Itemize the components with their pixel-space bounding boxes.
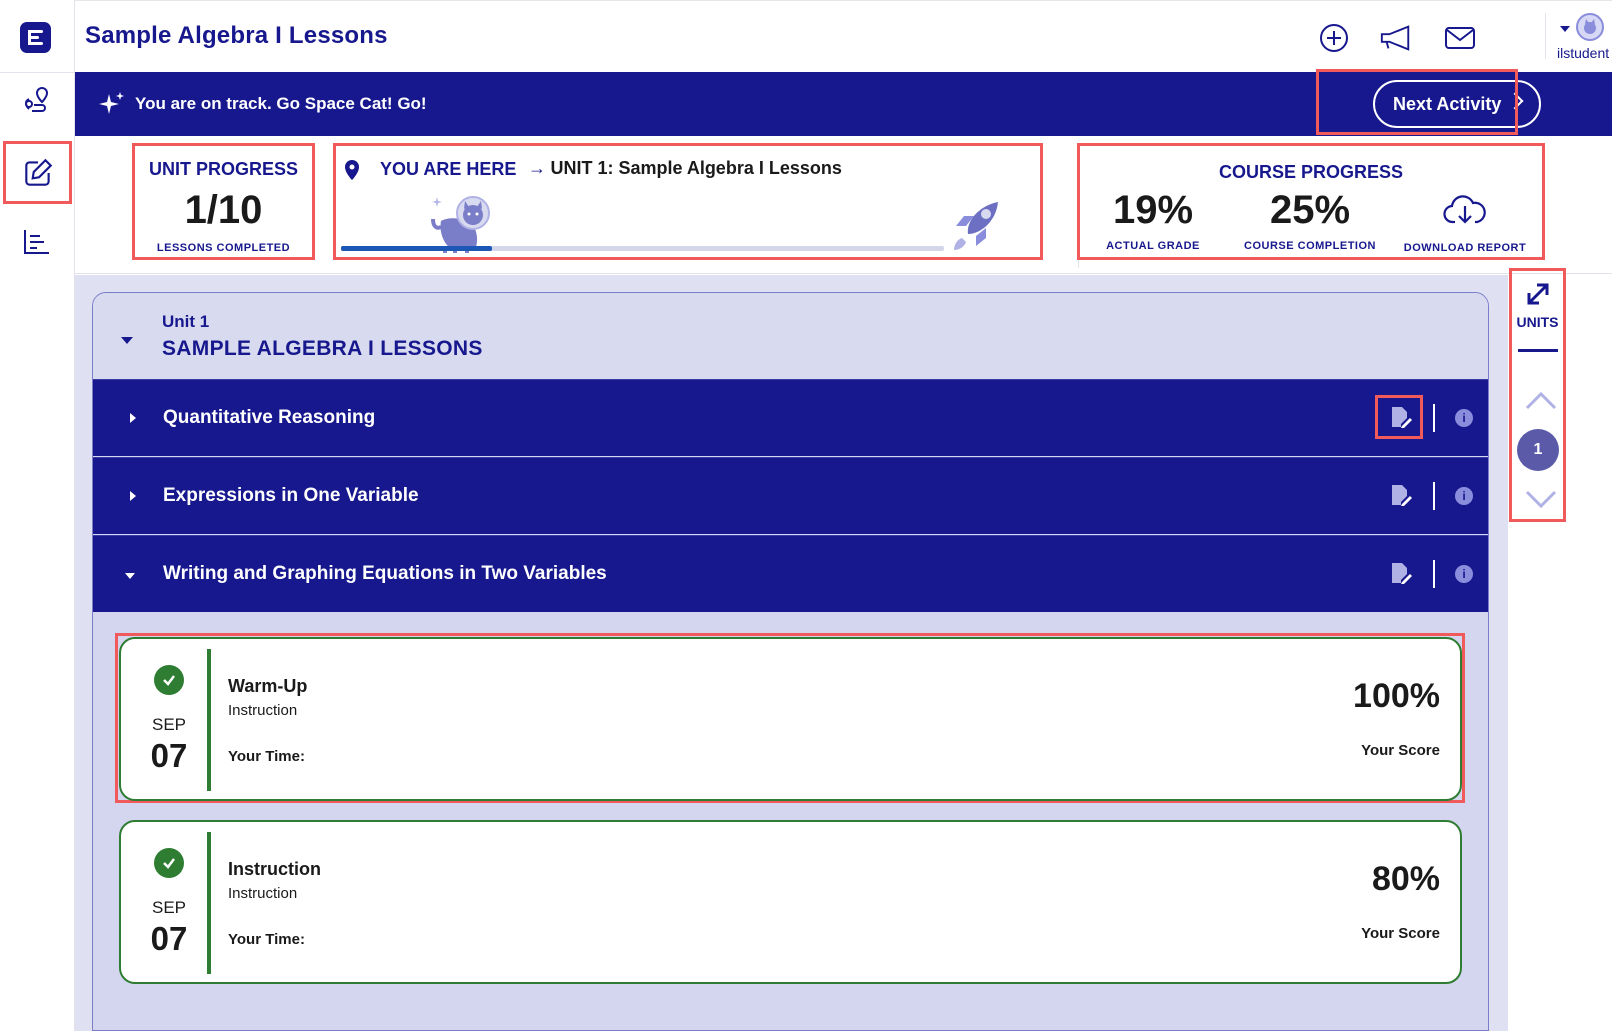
actual-grade-value: 19% <box>1112 188 1194 232</box>
course-progress-panel: COURSE PROGRESS 19% ACTUAL GRADE 25% COU… <box>1077 143 1545 260</box>
edit-document-icon[interactable] <box>1389 483 1413 507</box>
left-sidebar <box>0 0 75 1031</box>
edit-document-highlight <box>1375 395 1423 439</box>
course-completion: 25% COURSE COMPLETION <box>1235 186 1385 252</box>
unit-header[interactable]: Unit 1 SAMPLE ALGEBRA I LESSONS <box>93 293 1488 379</box>
activity-day: 07 <box>150 920 188 957</box>
lesson-row[interactable]: Writing and Graphing Equations in Two Va… <box>93 535 1488 612</box>
activity-type: Instruction <box>228 885 298 902</box>
sidebar-divider <box>0 72 75 73</box>
unit-progress-value: 1/10 <box>184 188 263 232</box>
actual-grade: 19% ACTUAL GRADE <box>1078 186 1228 252</box>
cloud-download-icon <box>1390 190 1540 230</box>
banner-message: You are on track. Go Space Cat! Go! <box>135 94 427 113</box>
activity-status-bar <box>207 832 211 974</box>
lesson-title: Quantitative Reasoning <box>163 407 376 428</box>
lesson-row[interactable]: Expressions in One Variable i <box>93 457 1488 534</box>
chevron-down-icon[interactable] <box>125 573 135 579</box>
course-completion-value: 25% <box>1269 188 1351 232</box>
activity-status-bar <box>207 649 211 791</box>
location-pin-icon <box>343 159 361 186</box>
activity-time-label: Your Time: <box>228 748 305 765</box>
avatar <box>1576 13 1604 41</box>
page-title: Sample Algebra I Lessons <box>85 22 388 49</box>
unit-number-badge[interactable]: 1 <box>1517 429 1559 471</box>
units-label[interactable]: UNITS <box>1509 314 1566 330</box>
unit-location: → UNIT 1: Sample Algebra I Lessons <box>528 158 842 179</box>
course-completion-label: COURSE COMPLETION <box>1244 240 1376 252</box>
chevron-up-icon[interactable] <box>1525 390 1557 416</box>
unit-progress-sublabel: LESSONS COMPLETED <box>156 242 291 254</box>
course-progress-title: COURSE PROGRESS <box>1218 162 1404 182</box>
unit-number: Unit 1 <box>162 312 210 331</box>
chevron-down-icon[interactable] <box>121 337 133 344</box>
activity-month: SEP <box>151 898 187 917</box>
header-separator <box>1545 13 1546 59</box>
info-icon[interactable]: i <box>1455 565 1473 583</box>
expand-icon[interactable] <box>1525 281 1551 307</box>
info-icon[interactable]: i <box>1455 487 1473 505</box>
activity-card[interactable]: SEP 07 Warm-Up Instruction Your Time: 10… <box>119 637 1462 801</box>
activity-score: 80% <box>1371 860 1440 898</box>
lesson-row[interactable]: Quantitative Reasoning i <box>93 379 1488 456</box>
rocket-icon <box>948 196 1006 259</box>
activity-score-label: Your Score <box>1361 925 1440 942</box>
unit-title: SAMPLE ALGEBRA I LESSONS <box>162 337 483 360</box>
course-location-fill <box>341 246 492 251</box>
username: ilstudent <box>1557 45 1610 61</box>
logo-icon[interactable] <box>20 22 51 53</box>
activity-score: 100% <box>1353 677 1440 715</box>
unit-progress-title: UNIT PROGRESS <box>148 159 299 179</box>
lesson-title: Expressions in One Variable <box>163 485 419 506</box>
chevron-right-icon[interactable] <box>130 413 136 423</box>
row-separator <box>1433 404 1435 432</box>
activity-title: Warm-Up <box>228 676 308 696</box>
megaphone-icon[interactable] <box>1379 21 1413 55</box>
plus-circle-icon[interactable] <box>1317 21 1351 55</box>
chevron-down-icon[interactable] <box>1525 490 1557 516</box>
arrow-right-icon: → <box>528 158 546 178</box>
edit-document-icon[interactable] <box>1389 561 1413 585</box>
units-underline <box>1518 349 1558 352</box>
you-are-here-label: YOU ARE HERE <box>380 159 517 179</box>
check-circle-icon <box>154 665 184 695</box>
activity-type: Instruction <box>228 702 298 719</box>
progress-stats: UNIT PROGRESS 1/10 LESSONS COMPLETED YOU… <box>75 136 1612 274</box>
you-are-here-panel: YOU ARE HERE → UNIT 1: Sample Algebra I … <box>333 143 1043 260</box>
user-menu[interactable]: ilstudent <box>1552 9 1612 65</box>
actual-grade-label: ACTUAL GRADE <box>1106 240 1200 252</box>
unit-progress-panel: UNIT PROGRESS 1/10 LESSONS COMPLETED <box>132 143 315 260</box>
check-circle-icon <box>154 848 184 878</box>
activity-day: 07 <box>150 737 188 774</box>
activity-month: SEP <box>151 715 187 734</box>
activity-score-label: Your Score <box>1361 742 1440 759</box>
download-report-label: DOWNLOAD REPORT <box>1403 242 1527 254</box>
row-separator <box>1433 482 1435 510</box>
mail-icon[interactable] <box>1443 21 1477 55</box>
next-activity-highlight <box>1316 69 1518 135</box>
row-separator <box>1433 560 1435 588</box>
activity-time-label: Your Time: <box>228 931 305 948</box>
chevron-right-icon[interactable] <box>130 491 136 501</box>
chart-icon[interactable] <box>16 222 56 262</box>
lesson-title: Writing and Graphing Equations in Two Va… <box>163 563 607 584</box>
info-icon[interactable]: i <box>1455 409 1473 427</box>
top-header: Sample Algebra I Lessons ilstudent <box>75 0 1612 72</box>
download-report-button[interactable]: DOWNLOAD REPORT <box>1390 190 1540 254</box>
unit-location-text: UNIT 1: Sample Algebra I Lessons <box>550 158 842 178</box>
activity-title: Instruction <box>228 859 321 879</box>
chevron-down-icon <box>1560 26 1570 32</box>
sparkle-icon <box>98 90 126 123</box>
route-map-icon[interactable] <box>16 80 56 120</box>
edit-icon[interactable] <box>3 141 72 204</box>
activity-card[interactable]: SEP 07 Instruction Instruction Your Time… <box>119 820 1462 984</box>
course-location-track <box>341 246 944 251</box>
